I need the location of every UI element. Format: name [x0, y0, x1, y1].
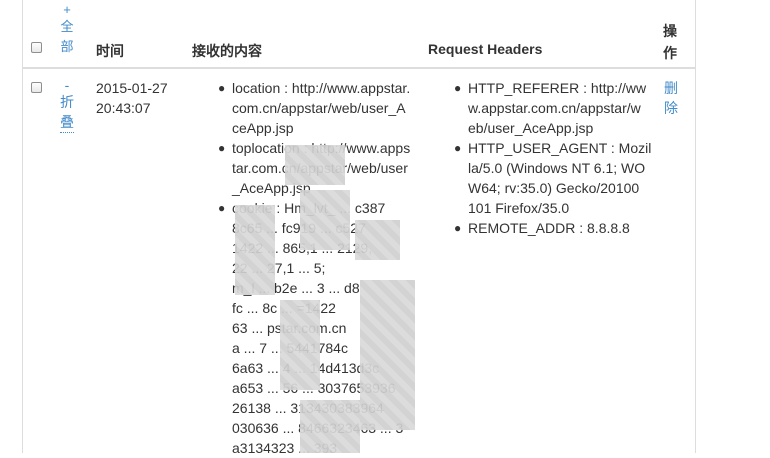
list-item-line: W64; rv:35.0) Gecko/20100: [468, 180, 640, 196]
disc-bullet-icon: ●: [218, 141, 226, 155]
redacted-region: [300, 400, 360, 453]
list-item-line: REMOTE_ADDR : 8.8.8.8: [468, 220, 630, 236]
row-checkbox[interactable]: [31, 82, 42, 93]
table-header-row: + 全部 时间 接收的内容 Request Headers 操作: [23, 0, 695, 69]
list-item-line: la/5.0 (Windows NT 6.1; WO: [468, 160, 646, 176]
row-date: 2015-01-27: [96, 80, 168, 96]
action-column-header: 操作: [663, 23, 677, 61]
list-item-line: HTTP_REFERER : http://ww: [468, 80, 647, 96]
row-clock: 20:43:07: [96, 100, 151, 116]
list-item-line: 101 Firefox/35.0: [468, 200, 570, 216]
collapse-prefix: -: [64, 77, 70, 93]
request-headers-list: ● HTTP_REFERER : http://ww w.appstar.com.c…: [454, 78, 652, 238]
redacted-region: [280, 300, 320, 390]
redacted-region: [235, 205, 275, 295]
redacted-region: [360, 280, 415, 430]
disc-bullet-icon: ●: [454, 141, 462, 155]
expand-all-prefix: +: [63, 2, 71, 17]
header-list-item: ● HTTP_REFERER : http://ww w.appstar.com.c…: [454, 78, 652, 138]
header-list-item: ● HTTP_USER_AGENT : Mozil la/5.0 (Windows …: [454, 138, 652, 218]
disc-bullet-icon: ●: [218, 201, 226, 215]
list-item-line: com.cn/appstar/web/user_A: [232, 100, 406, 116]
time-column-header: 时间: [96, 43, 124, 59]
content-list-item: ● location : http://www.appstar. com.cn/ap…: [218, 78, 414, 138]
row-time: 2015-01-27 20:43:07: [96, 78, 168, 118]
list-item-line: HTTP_USER_AGENT : Mozil: [468, 140, 652, 156]
list-item-line: eb/user_AceApp.jsp: [468, 120, 594, 136]
content-column-header: 接收的内容: [192, 43, 262, 59]
list-item-line: location : http://www.appstar.: [232, 80, 411, 96]
disc-bullet-icon: ●: [218, 81, 226, 95]
redacted-region: [355, 220, 400, 260]
list-item-line: w.appstar.com.cn/appstar/w: [468, 100, 641, 116]
collapse-label: 折叠: [60, 92, 74, 133]
redacted-region: [285, 145, 345, 185]
page-margin-right: [697, 0, 770, 453]
delete-link[interactable]: 删除: [664, 78, 680, 118]
select-all-checkbox[interactable]: [31, 42, 42, 53]
expand-all-label: 全部: [60, 19, 74, 54]
disc-bullet-icon: ●: [454, 81, 462, 95]
expand-all-toggle[interactable]: + 全部: [60, 3, 74, 57]
disc-bullet-icon: ●: [454, 221, 462, 235]
redacted-region: [300, 190, 350, 250]
collapse-toggle[interactable]: - 折叠: [60, 78, 74, 133]
headers-column-header: Request Headers: [428, 41, 543, 57]
header-list-item: ● REMOTE_ADDR : 8.8.8.8: [454, 218, 652, 238]
list-item-line: ceApp.jsp: [232, 120, 294, 136]
